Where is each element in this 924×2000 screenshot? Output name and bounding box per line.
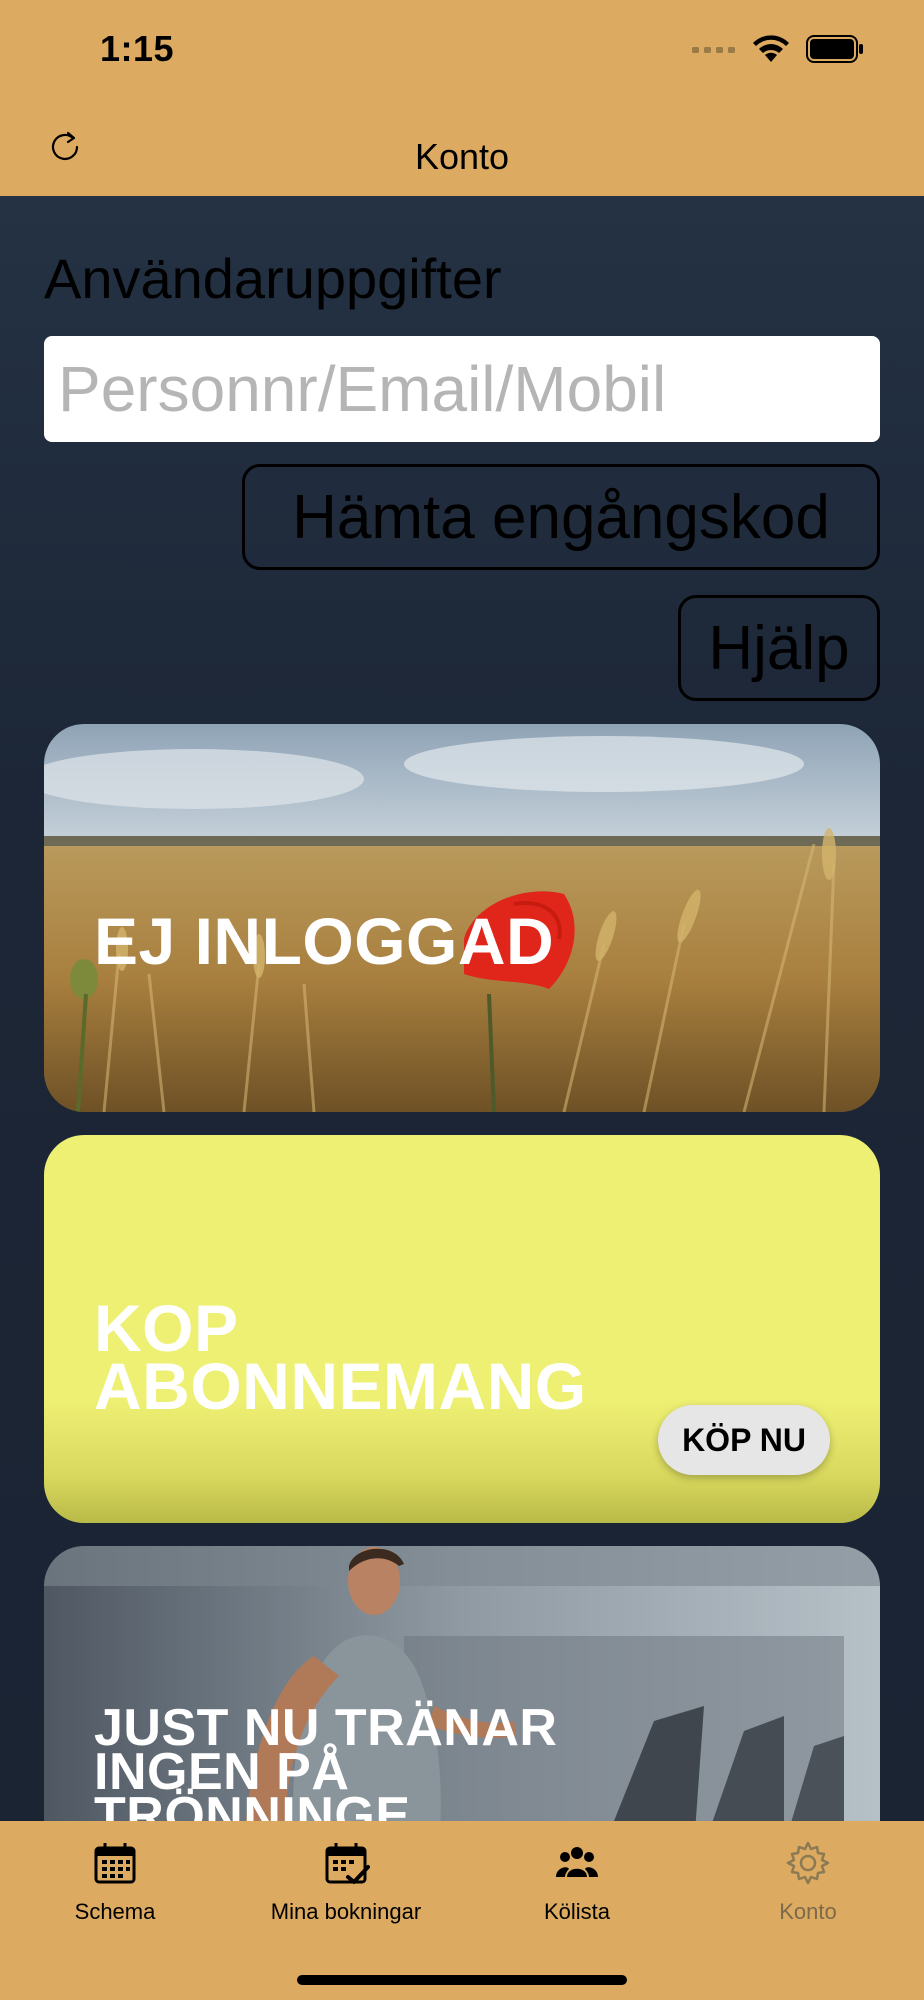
- calendar-check-icon: [325, 1843, 370, 1884]
- help-button[interactable]: Hjälp: [678, 595, 880, 701]
- tab-queue-list[interactable]: Kölista: [467, 1839, 687, 1939]
- tab-schema-label: Schema: [74, 1899, 156, 1924]
- status-bar: 1:15: [0, 0, 924, 100]
- account-content: Användaruppgifter Hämta engångskod Hjälp: [0, 196, 924, 1821]
- tab-my-bookings-label: Mina bokningar: [270, 1899, 422, 1924]
- current-training-card[interactable]: JUST NU TRÄNAR INGEN PÅ TRÖNNINGE: [44, 1546, 880, 1821]
- identity-input[interactable]: [44, 336, 880, 442]
- buy-subscription-title: KOP ABONNEMANG: [94, 1295, 587, 1423]
- login-status-card[interactable]: EJ INLOGGAD: [44, 724, 880, 1112]
- battery-icon: [806, 35, 863, 63]
- wifi-icon: [753, 35, 789, 62]
- tab-queue-list-label: Kölista: [543, 1899, 611, 1924]
- login-status-text: EJ INLOGGAD: [94, 904, 555, 978]
- tab-account-label: Konto: [779, 1899, 837, 1924]
- users-icon: [556, 1847, 598, 1877]
- buy-title-line-2: ABONNEMANG: [94, 1349, 587, 1423]
- status-icons: [692, 34, 864, 64]
- training-line-3: TRÖNNINGE: [94, 1787, 411, 1821]
- calendar-icon: [94, 1843, 136, 1884]
- signal-icon: [692, 47, 735, 53]
- home-indicator[interactable]: [297, 1975, 627, 1985]
- page-title: Konto: [414, 136, 510, 177]
- buy-subscription-card[interactable]: KOP ABONNEMANG KÖP NU: [44, 1135, 880, 1523]
- tab-my-bookings[interactable]: Mina bokningar: [236, 1839, 456, 1939]
- current-training-text: JUST NU TRÄNAR INGEN PÅ TRÖNNINGE: [94, 1702, 557, 1821]
- navigation-bar: Konto: [0, 100, 924, 196]
- gear-icon: [786, 1841, 830, 1885]
- tab-bar: Schema Mina bokningar Kölista Konto: [0, 1821, 924, 2000]
- buy-now-button[interactable]: KÖP NU: [658, 1405, 830, 1475]
- status-time: 1:15: [100, 28, 175, 69]
- tab-account[interactable]: Konto: [698, 1839, 918, 1939]
- user-details-heading: Användaruppgifter: [44, 247, 502, 310]
- get-one-time-code-button[interactable]: Hämta engångskod: [242, 464, 880, 570]
- tab-schema[interactable]: Schema: [5, 1839, 225, 1939]
